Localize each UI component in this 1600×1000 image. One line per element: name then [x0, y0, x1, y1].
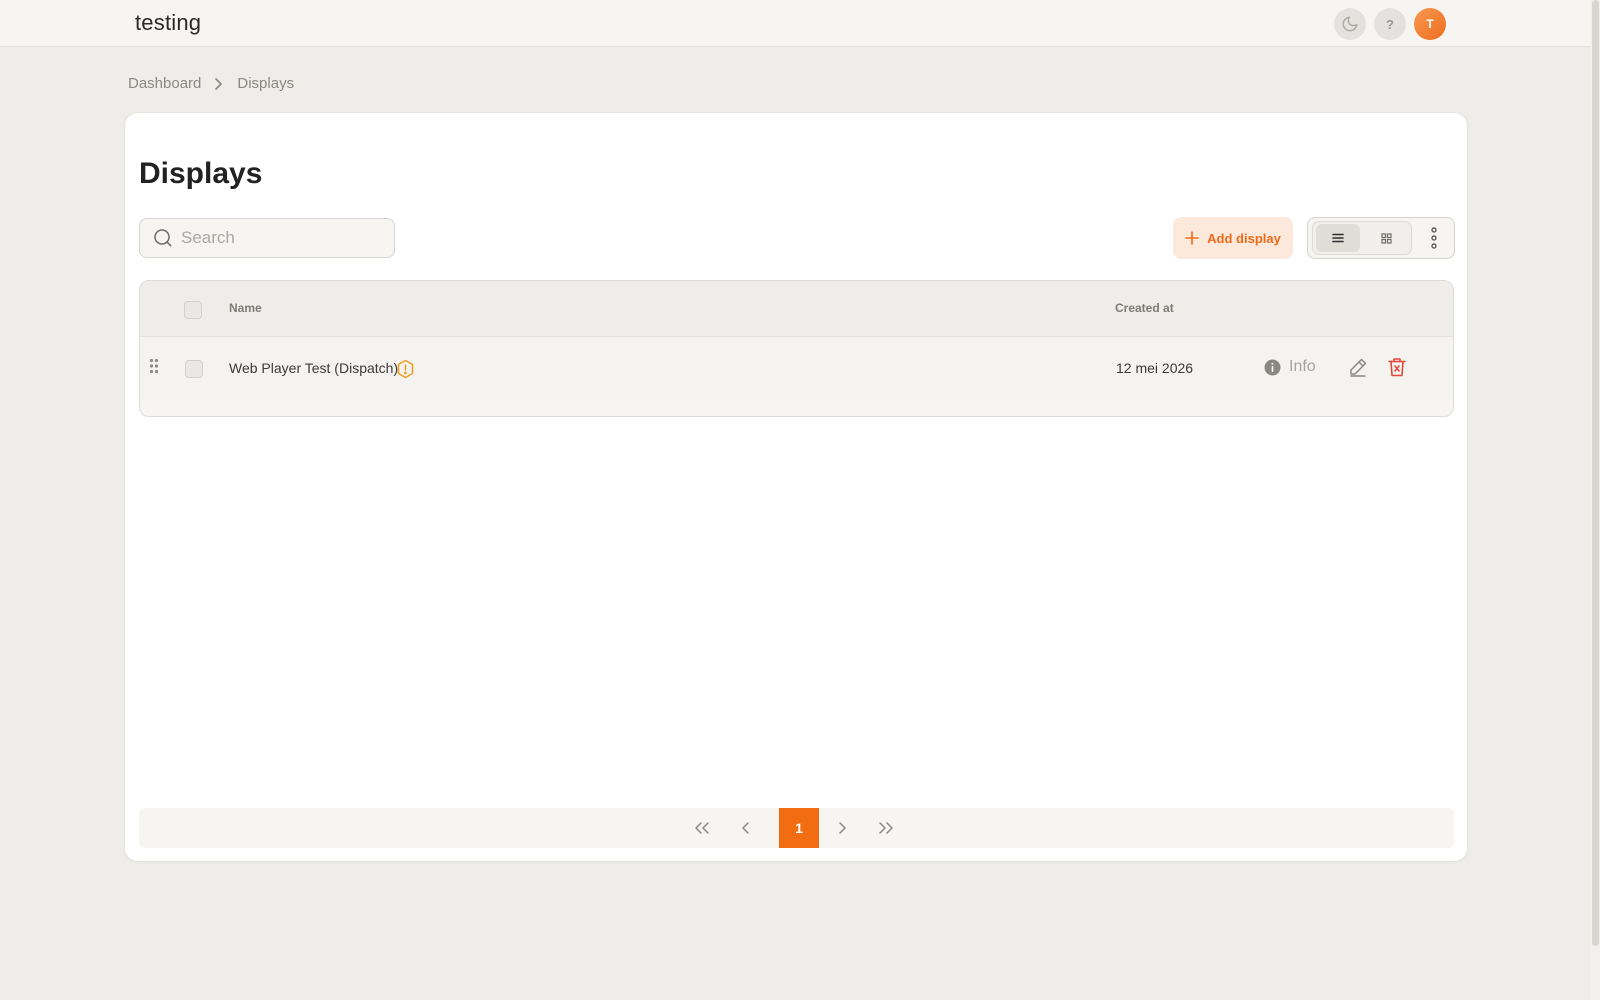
info-icon [1264, 359, 1281, 375]
drag-handle-icon[interactable] [149, 358, 159, 379]
row-checkbox[interactable] [185, 360, 203, 378]
pagination: 1 [139, 808, 1454, 848]
chevron-right-icon [839, 822, 846, 834]
trash-icon [1388, 358, 1406, 377]
column-header-created-at[interactable]: Created at [1115, 301, 1174, 315]
display-name[interactable]: Web Player Test (Dispatch) [229, 360, 398, 376]
table-row[interactable]: Web Player Test (Dispatch) 12 mei 2026 I… [140, 338, 1453, 400]
list-view-icon [1332, 233, 1344, 243]
view-controls [1307, 217, 1455, 259]
help-button[interactable]: ? [1374, 8, 1406, 40]
chevron-left-icon [742, 822, 749, 834]
column-header-name[interactable]: Name [229, 301, 262, 315]
scrollbar-thumb[interactable] [1592, 0, 1599, 946]
add-display-button[interactable]: Add display [1173, 217, 1293, 259]
next-page-button[interactable] [822, 808, 862, 848]
theme-toggle-button[interactable] [1334, 8, 1366, 40]
app-title[interactable]: testing [135, 10, 201, 36]
last-page-button[interactable] [866, 808, 906, 848]
breadcrumb-dashboard[interactable]: Dashboard [128, 75, 201, 92]
select-all-checkbox[interactable] [184, 301, 202, 319]
grid-view-icon [1380, 232, 1392, 244]
previous-page-button[interactable] [726, 808, 766, 848]
top-bar: testing ? T [0, 0, 1591, 47]
add-display-label: Add display [1207, 230, 1281, 246]
created-at-value: 12 mei 2026 [1116, 360, 1194, 376]
first-page-button[interactable] [682, 808, 722, 848]
search-input[interactable] [181, 228, 371, 248]
search-icon [153, 228, 173, 248]
user-avatar[interactable]: T [1414, 8, 1446, 40]
displays-table: Name Created at Web Player Test (Dispatc… [139, 280, 1454, 417]
table-footer [140, 400, 1453, 416]
chevron-right-icon [213, 77, 223, 91]
list-view-button[interactable] [1316, 224, 1360, 252]
delete-button[interactable] [1388, 357, 1406, 382]
edit-button[interactable] [1348, 357, 1368, 382]
info-label: Info [1289, 358, 1316, 375]
warning-icon [396, 359, 415, 384]
edit-icon [1350, 358, 1367, 377]
more-options-button[interactable] [1420, 224, 1448, 252]
help-icon: ? [1386, 16, 1394, 32]
page-1-button[interactable]: 1 [779, 808, 819, 848]
breadcrumb-displays: Displays [237, 75, 295, 92]
table-header: Name Created at [140, 281, 1453, 337]
search-field[interactable] [139, 218, 395, 258]
chevrons-left-icon [695, 822, 709, 834]
more-vertical-icon [1431, 227, 1437, 249]
info-button[interactable]: Info [1264, 358, 1316, 376]
plus-icon [1185, 231, 1199, 245]
grid-view-button[interactable] [1364, 224, 1408, 252]
avatar-initial: T [1426, 17, 1434, 31]
chevrons-right-icon [879, 822, 893, 834]
page-title: Displays [139, 157, 263, 190]
moon-icon [1342, 16, 1358, 32]
breadcrumb: Dashboard Displays [128, 75, 294, 92]
view-mode-toggle [1312, 221, 1412, 255]
displays-card: Displays Add display Name Created at [124, 112, 1468, 862]
